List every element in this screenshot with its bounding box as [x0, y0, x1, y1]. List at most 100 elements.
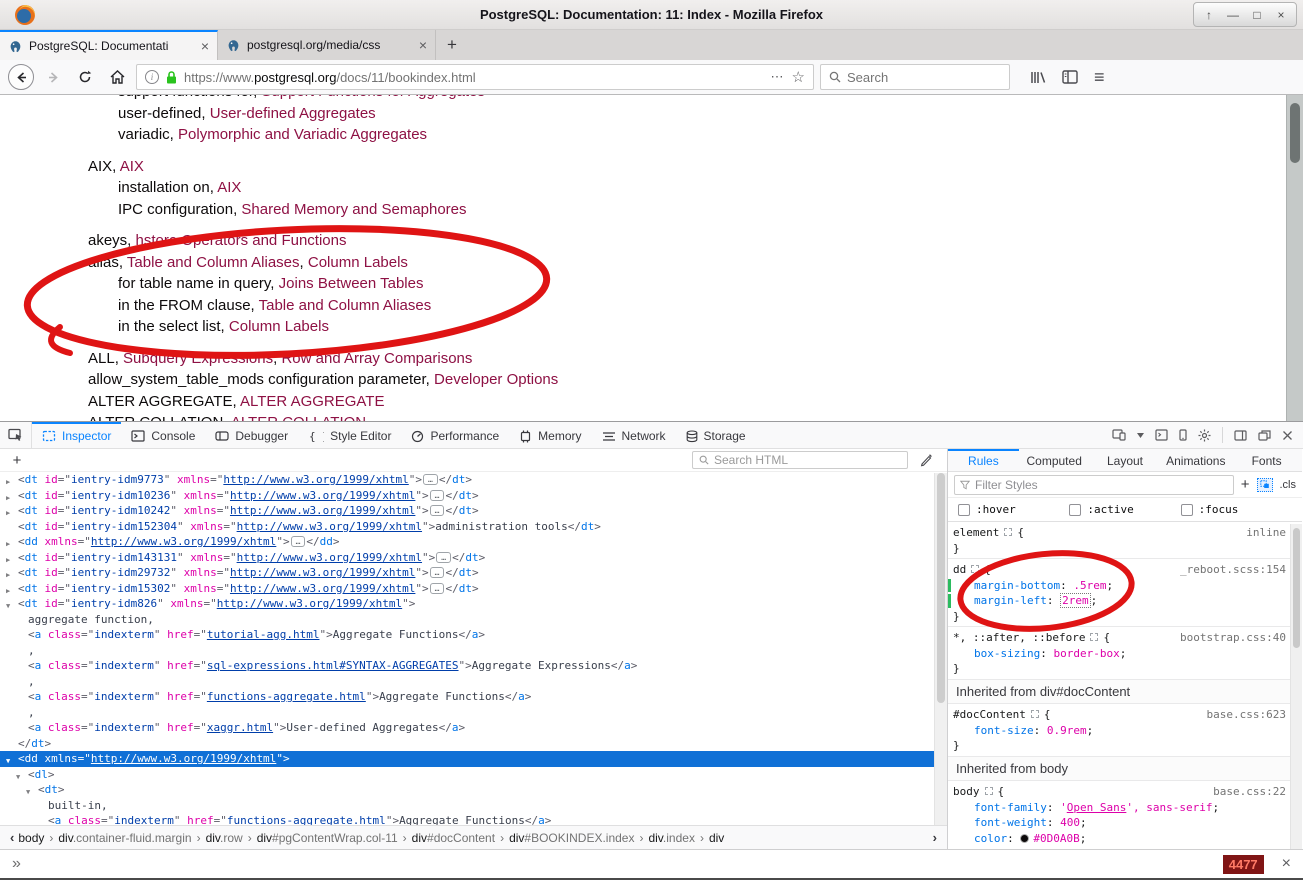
- html-tree-row[interactable]: ▼<dl>: [0, 767, 947, 783]
- add-rule-button[interactable]: +: [1241, 476, 1250, 493]
- close-window-icon[interactable]: ×: [1270, 5, 1292, 24]
- devtools-tab-storage[interactable]: Storage: [676, 422, 756, 448]
- rules-scrollbar[interactable]: [1290, 524, 1302, 849]
- attribute-value[interactable]: tutorial-agg.html: [207, 628, 320, 641]
- back-button[interactable]: [8, 64, 34, 90]
- sidebar-tab-computed[interactable]: Computed: [1019, 449, 1090, 471]
- html-tree-row[interactable]: aggregate function,: [0, 612, 947, 628]
- collapsed-ellipsis-icon[interactable]: …: [436, 552, 451, 563]
- devtools-tab-network[interactable]: Network: [592, 422, 676, 448]
- html-tree-row[interactable]: ▶<dt id="ientry-idm9773" xmlns="http://w…: [0, 472, 947, 488]
- url-bar[interactable]: i https://www.postgresql.org/docs/11/boo…: [136, 64, 814, 90]
- pseudo-class-toggle-icon[interactable]: [1257, 478, 1273, 492]
- html-tree-row[interactable]: <a class="indexterm" href="xaggr.html">U…: [0, 720, 947, 736]
- sidebar-tab-layout[interactable]: Layout: [1090, 449, 1161, 471]
- html-tree-row[interactable]: ▼<dt id="ientry-idm826" xmlns="http://ww…: [0, 596, 947, 612]
- index-link[interactable]: Column Labels: [308, 254, 408, 271]
- page-scrollbar[interactable]: [1286, 95, 1303, 421]
- browser-tab-1[interactable]: PostgreSQL: Documentati×: [0, 30, 218, 60]
- attribute-value[interactable]: http://www.w3.org/1999/xhtml: [230, 582, 415, 595]
- library-icon[interactable]: [1030, 70, 1046, 85]
- breadcrumb-scroll-right-icon[interactable]: ›: [929, 830, 941, 845]
- forward-button[interactable]: [40, 64, 66, 90]
- font-family-link[interactable]: Open Sans: [1067, 801, 1127, 814]
- css-declaration[interactable]: margin-bottom: .5rem;: [948, 578, 1302, 594]
- minimize-window-icon[interactable]: —: [1222, 5, 1244, 24]
- html-tree-row[interactable]: <a class="indexterm" href="functions-agg…: [0, 689, 947, 705]
- rule-selector-line[interactable]: #docContent{base.css:623: [948, 707, 1302, 723]
- attribute-value[interactable]: http://www.w3.org/1999/xhtml: [230, 489, 415, 502]
- collapsed-ellipsis-icon[interactable]: …: [291, 536, 306, 547]
- devtools-tab-console[interactable]: Console: [121, 422, 205, 448]
- breadcrumb-item[interactable]: div.container-fluid.margin: [58, 831, 191, 845]
- rule-source-link[interactable]: base.css:623: [1207, 707, 1286, 723]
- sidebar-tab-rules[interactable]: Rules: [948, 449, 1019, 471]
- css-declaration[interactable]: font-size: 11.5pt;: [948, 846, 1302, 849]
- rule-source-link[interactable]: bootstrap.css:40: [1180, 630, 1286, 646]
- html-tree-row[interactable]: </dt>: [0, 736, 947, 752]
- css-declaration[interactable]: margin-left: 2rem;: [948, 593, 1302, 609]
- rule-source-link[interactable]: _reboot.scss:154: [1180, 562, 1286, 578]
- html-tree-row[interactable]: ▼<dt>: [0, 782, 947, 798]
- index-link[interactable]: Column Labels: [229, 318, 329, 335]
- class-panel-toggle[interactable]: .cls: [1280, 479, 1297, 491]
- split-console-icon[interactable]: [1155, 429, 1168, 441]
- shade-window-icon[interactable]: ↑: [1198, 5, 1220, 24]
- eyedropper-pen-icon[interactable]: [908, 453, 944, 467]
- attribute-value[interactable]: http://www.w3.org/1999/xhtml: [223, 473, 408, 486]
- sidebar-tab-fonts[interactable]: Fonts: [1231, 449, 1302, 471]
- home-button[interactable]: [104, 64, 130, 90]
- property-value[interactable]: #0D0A0B: [1033, 832, 1079, 845]
- breadcrumb-item[interactable]: div#BOOKINDEX.index: [509, 831, 634, 845]
- tab-close-icon[interactable]: ×: [419, 37, 427, 53]
- value-edit-box[interactable]: 2rem: [1060, 593, 1091, 608]
- index-link[interactable]: Row and Array Comparisons: [281, 350, 472, 367]
- attribute-value[interactable]: functions-aggregate.html: [227, 814, 386, 825]
- sidebar-toggle-icon[interactable]: [1062, 70, 1078, 84]
- index-link[interactable]: ALTER AGGREGATE: [240, 393, 384, 410]
- https-lock-icon[interactable]: [166, 71, 177, 84]
- property-name[interactable]: font-family: [974, 801, 1047, 814]
- markup-scrollbar[interactable]: [934, 473, 947, 825]
- menu-hamburger-icon[interactable]: ≡: [1094, 67, 1105, 88]
- selector-highlighter-icon[interactable]: [1004, 528, 1012, 536]
- html-tree-row[interactable]: <a class="indexterm" href="functions-agg…: [0, 813, 947, 825]
- page-actions-icon[interactable]: ⋯: [771, 69, 785, 85]
- close-icon[interactable]: [1282, 430, 1293, 441]
- search-html-input[interactable]: Search HTML: [692, 451, 908, 469]
- css-declaration[interactable]: font-weight: 400;: [948, 815, 1302, 831]
- html-tree-row[interactable]: ▶<dt id="ientry-idm29732" xmlns="http://…: [0, 565, 947, 581]
- css-declaration[interactable]: box-sizing: border-box;: [948, 646, 1302, 662]
- property-value[interactable]: 400: [1060, 816, 1080, 829]
- property-name[interactable]: font-size: [974, 724, 1034, 737]
- filter-styles-input[interactable]: Filter Styles: [954, 475, 1234, 495]
- devtools-tab-style-editor[interactable]: { }Style Editor: [298, 422, 401, 448]
- css-declaration[interactable]: font-family: 'Open Sans', sans-serif;: [948, 800, 1302, 816]
- site-info-icon[interactable]: i: [145, 70, 159, 84]
- detach-window-icon[interactable]: [1258, 430, 1271, 441]
- checkbox[interactable]: [1181, 504, 1193, 516]
- breadcrumb-item[interactable]: div.row: [206, 831, 243, 845]
- html-tree-row[interactable]: ,: [0, 674, 947, 690]
- index-link[interactable]: User-defined Aggregates: [210, 105, 376, 122]
- property-name[interactable]: box-sizing: [974, 647, 1040, 660]
- property-value[interactable]: .5rem: [1073, 579, 1106, 592]
- html-tree-row[interactable]: ,: [0, 643, 947, 659]
- devtools-tab-memory[interactable]: Memory: [509, 422, 591, 448]
- sidebar-toggle-icon[interactable]: [1234, 430, 1247, 441]
- index-link[interactable]: ALTER COLLATION: [231, 414, 366, 421]
- device-icon[interactable]: [1179, 429, 1187, 441]
- index-link[interactable]: AIX: [217, 179, 241, 196]
- settings-gear-icon[interactable]: [1198, 429, 1211, 442]
- property-name[interactable]: color: [974, 832, 1007, 845]
- html-tree-row[interactable]: <a class="indexterm" href="tutorial-agg.…: [0, 627, 947, 643]
- rule-selector-line[interactable]: element{inline: [948, 525, 1302, 541]
- selector-highlighter-icon[interactable]: [1090, 633, 1098, 641]
- devtools-tab-inspector[interactable]: Inspector: [32, 422, 121, 448]
- breadcrumb-item[interactable]: div#docContent: [412, 831, 495, 845]
- attribute-value[interactable]: xaggr.html: [207, 721, 273, 734]
- index-link[interactable]: AIX: [120, 158, 144, 175]
- maximize-window-icon[interactable]: □: [1246, 5, 1268, 24]
- html-tree-row[interactable]: built-in,: [0, 798, 947, 814]
- search-bar[interactable]: Search: [820, 64, 1010, 90]
